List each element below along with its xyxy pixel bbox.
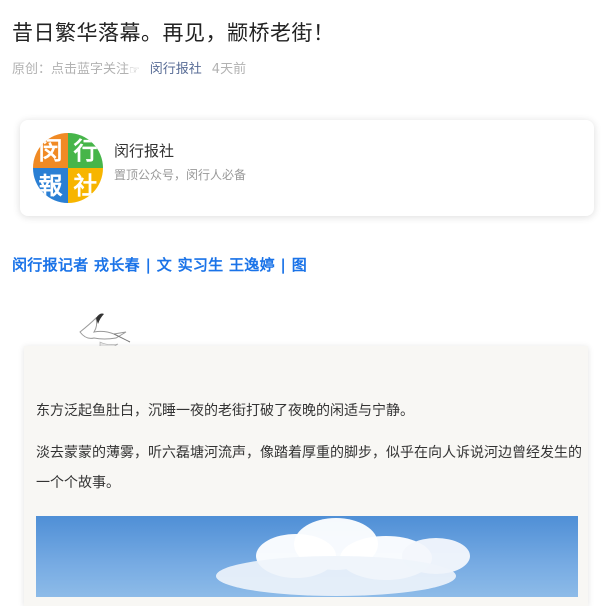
article-title: 昔日繁华落幕。再见，颛桥老街！: [12, 21, 335, 45]
original-follow-label[interactable]: 原创：点击蓝字关注: [12, 60, 129, 80]
logo-char-3: 報: [33, 168, 68, 203]
article-byline: 闵行报记者 戎长春 | 文 实习生 王逸婷 | 图: [12, 256, 308, 274]
account-description: 置顶公众号，闵行人必备: [114, 168, 247, 182]
logo-char-4: 社: [68, 168, 103, 203]
body-paragraph-1: 东方泛起鱼肚白，沉睡一夜的老街打破了夜晚的闲适与宁静。: [36, 403, 414, 419]
cloud-image: [216, 518, 470, 596]
account-card[interactable]: 闵 行 報 社 闵行报社 置顶公众号，闵行人必备: [20, 120, 594, 216]
publish-time: 4天前: [211, 62, 247, 77]
article-photo: [36, 516, 578, 597]
account-link[interactable]: 闵行报社: [150, 60, 202, 80]
article-meta: 原创：点击蓝字关注☞ 闵行报社 4天前: [12, 60, 246, 80]
logo-char-1: 闵: [33, 133, 68, 168]
account-name: 闵行报社: [114, 142, 175, 160]
body-paragraph-2: 淡去蒙蒙的薄雾，听六磊塘河流声，像踏着厚重的脚步，似乎在向人诉说河边曾经发生的一…: [36, 445, 582, 491]
account-logo: 闵 行 報 社: [33, 133, 103, 203]
pointing-hand-icon: ☞: [129, 63, 140, 77]
logo-char-2: 行: [68, 133, 103, 168]
